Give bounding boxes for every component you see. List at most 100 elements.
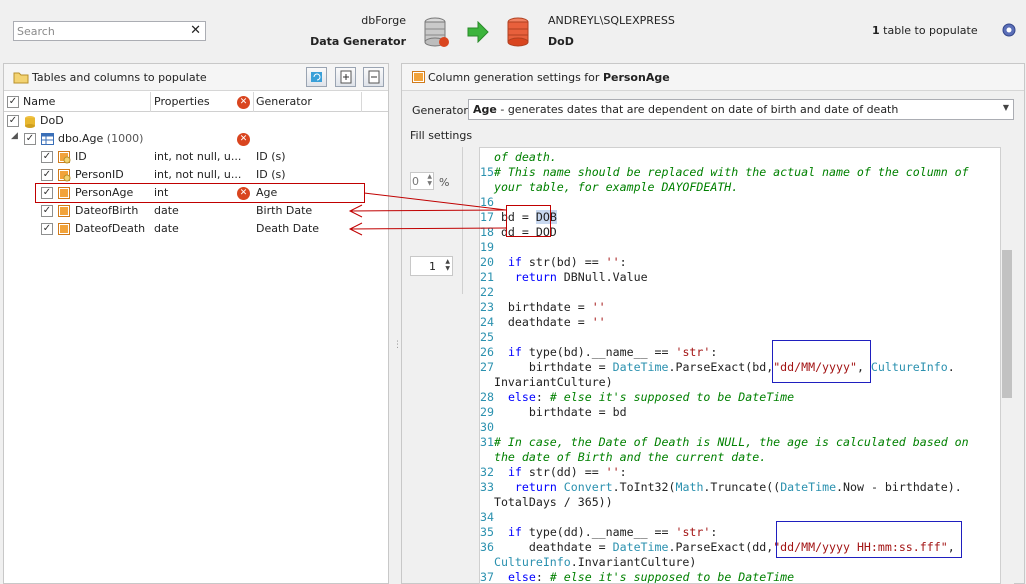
code-token: # else it's supposed to be DateTime: [549, 390, 795, 404]
code-token: '': [605, 465, 620, 479]
percent-stepper[interactable]: 0 ▲ ▼: [410, 172, 434, 190]
row-name: DoD: [40, 114, 64, 127]
code-line: 23 birthdate = '': [480, 300, 606, 315]
line-number: 26: [480, 345, 494, 359]
row-checkbox[interactable]: ✓: [41, 151, 53, 163]
stepper-arrows-icon[interactable]: ▲ ▼: [445, 258, 450, 272]
row-checkbox[interactable]: ✓: [41, 205, 53, 217]
tree-row-column[interactable]: ✓ ID int, not null, u... ID (s): [4, 148, 388, 166]
code-token: :: [710, 345, 718, 359]
code-token: :: [535, 570, 550, 584]
title-prefix: Column generation settings for: [428, 71, 603, 84]
code-token: Convert: [563, 480, 613, 494]
chevron-down-icon[interactable]: ▼: [1003, 103, 1009, 112]
code-line: 29 birthdate = bd: [480, 405, 627, 420]
line-number: 35: [480, 525, 494, 539]
code-token: InvariantCulture): [493, 375, 613, 389]
row-properties: int, not null, u...: [154, 150, 242, 163]
code-token: :: [619, 255, 627, 269]
arrow-right-icon: [467, 21, 489, 43]
code-token: .ParseExact(bd,: [668, 360, 774, 374]
generator-name: Age: [473, 103, 497, 116]
code-line: 25: [480, 330, 494, 345]
column-header-name[interactable]: Name: [23, 95, 55, 108]
code-token: TotalDays / 365)): [493, 495, 613, 509]
code-token: :: [619, 465, 627, 479]
code-token: your table, for example DAYOFDEATH.: [493, 180, 739, 194]
populate-count: 1: [872, 24, 880, 37]
code-line: TotalDays / 365)): [480, 495, 613, 510]
line-number: 22: [480, 285, 494, 299]
code-line: 35 if type(dd).__name__ == 'str':: [480, 525, 717, 540]
seed-stepper[interactable]: 1 ▲ ▼: [410, 256, 453, 276]
python-script-editor[interactable]: of death. 15# This name should be replace…: [479, 147, 1001, 584]
code-token: DateTime: [780, 480, 837, 494]
line-number: 23: [480, 300, 494, 314]
code-token: # This name should be replaced with the …: [493, 165, 969, 179]
line-number: 25: [480, 330, 494, 344]
panel-splitter[interactable]: ⋮⋮: [393, 340, 411, 360]
percent-value: 0: [412, 175, 419, 188]
code-line: 34: [480, 510, 494, 525]
line-number: 31: [480, 435, 494, 449]
code-token: birthdate =: [493, 360, 613, 374]
code-line: 37 else: # else it's supposed to be Date…: [480, 570, 794, 584]
line-number: 15: [480, 165, 494, 179]
select-all-checkbox[interactable]: ✓: [7, 96, 19, 108]
expand-all-button[interactable]: [335, 67, 356, 87]
search-placeholder: Search: [17, 25, 55, 38]
row-count: (1000): [106, 132, 144, 145]
code-token: '': [591, 300, 606, 314]
stepper-arrows-icon[interactable]: ▲ ▼: [427, 173, 432, 187]
code-token: else: [507, 390, 536, 404]
table-icon: [41, 133, 54, 145]
code-line: 15# This name should be replaced with th…: [480, 165, 969, 180]
row-checkbox[interactable]: ✓: [24, 133, 36, 145]
code-token: :: [710, 525, 718, 539]
annotation-arrows: [348, 192, 507, 236]
settings-panel-title: Column generation settings for PersonAge: [428, 71, 670, 84]
line-number: 28: [480, 390, 494, 404]
row-checkbox[interactable]: ✓: [7, 115, 19, 127]
code-line: CultureInfo.InvariantCulture): [480, 555, 696, 570]
folder-icon: [13, 72, 29, 84]
tree-row-table[interactable]: ◢ ✓ dbo.Age (1000) ✕: [4, 130, 388, 148]
code-line: of death.: [480, 150, 557, 165]
search-input[interactable]: Search ✕: [13, 21, 206, 41]
code-token: .Truncate((: [703, 480, 781, 494]
row-name: DateofDeath: [75, 222, 146, 235]
generator-label: Generator:: [412, 104, 472, 117]
row-properties: date: [154, 222, 179, 235]
grid-column-header: ✓ Name Properties ✕ Generator: [4, 92, 388, 112]
refresh-button[interactable]: [306, 67, 327, 87]
line-number: 37: [480, 570, 494, 584]
column-header-properties[interactable]: Properties: [154, 95, 210, 108]
line-number: [480, 555, 494, 569]
populate-summary: 1 table to populate: [872, 24, 978, 37]
seed-value: 1: [429, 260, 436, 273]
code-line: 19: [480, 240, 494, 255]
scrollbar-thumb[interactable]: [1002, 250, 1012, 398]
generator-select[interactable]: Age - generates dates that are dependent…: [468, 99, 1014, 120]
tree-row-column[interactable]: ✓ PersonID int, not null, u... ID (s): [4, 166, 388, 184]
code-token: birthdate = bd: [493, 405, 627, 419]
gear-icon[interactable]: [1001, 22, 1017, 38]
tree-row-database[interactable]: ✓ DoD: [4, 112, 388, 130]
collapse-arrow-icon[interactable]: ◢: [11, 131, 18, 141]
line-number: [480, 150, 494, 164]
clear-search-icon[interactable]: ✕: [190, 23, 201, 38]
row-checkbox[interactable]: ✓: [41, 169, 53, 181]
collapse-all-button[interactable]: [363, 67, 384, 87]
key-column-icon: [58, 169, 71, 182]
line-number: 34: [480, 510, 494, 524]
code-token: :: [535, 390, 550, 404]
code-line: 32 if str(dd) == '':: [480, 465, 627, 480]
row-checkbox[interactable]: ✓: [41, 223, 53, 235]
row-name: PersonID: [75, 168, 124, 181]
column-header-generator[interactable]: Generator: [256, 95, 312, 108]
